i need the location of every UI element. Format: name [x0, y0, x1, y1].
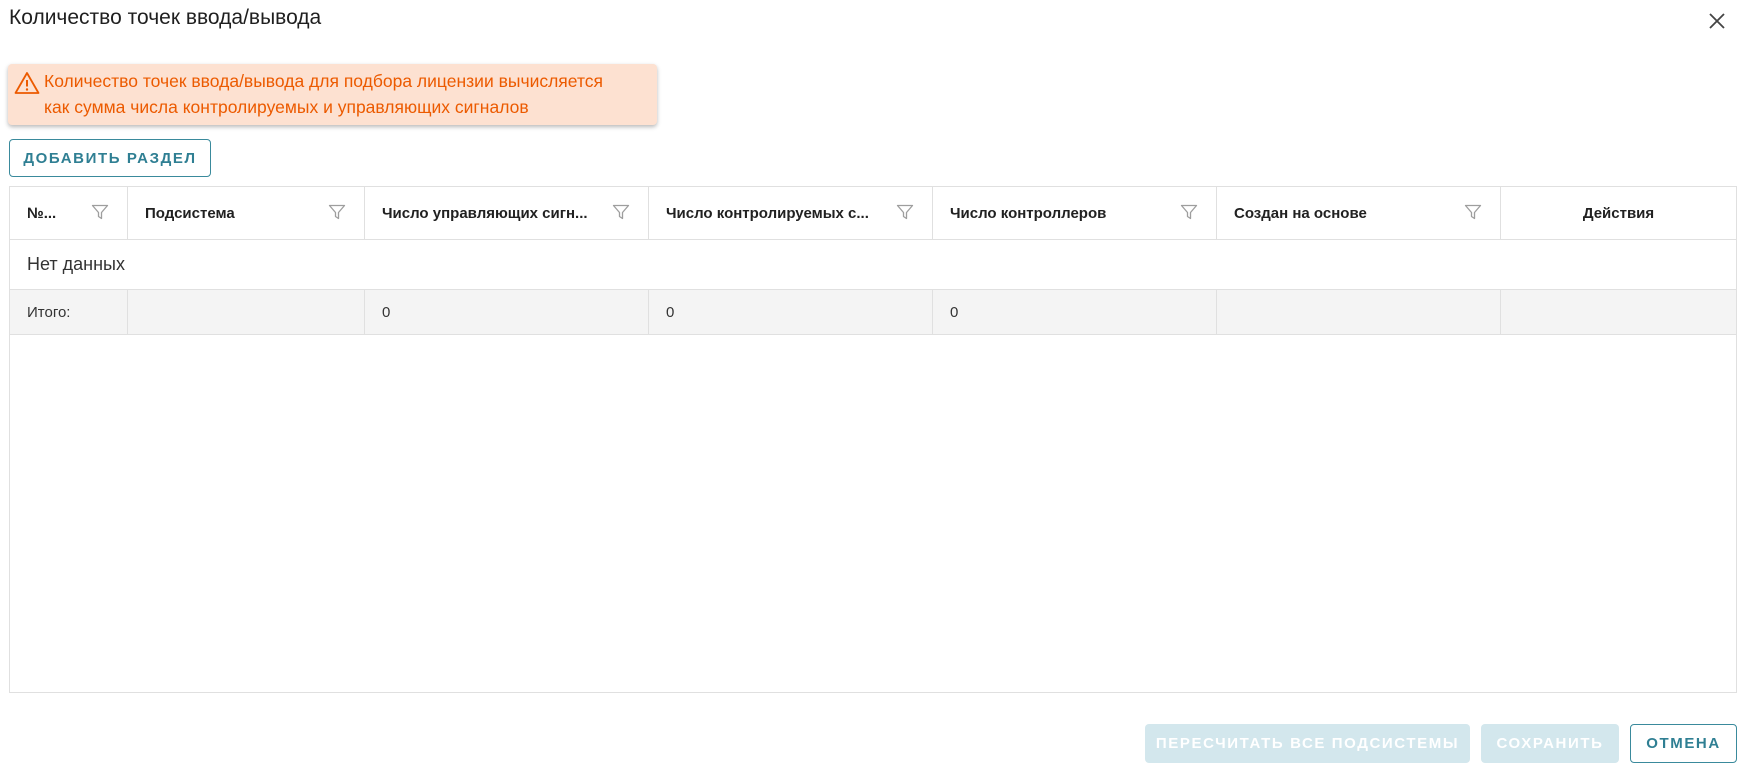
totals-label: Итого:: [10, 290, 128, 334]
filter-icon[interactable]: [328, 203, 346, 221]
close-icon[interactable]: [1706, 10, 1728, 32]
filter-icon[interactable]: [612, 203, 630, 221]
save-button[interactable]: СОХРАНИТЬ: [1481, 724, 1619, 763]
dialog-title: Количество точек ввода/вывода: [9, 6, 322, 29]
totals-cell: 0: [649, 290, 933, 334]
column-label: Создан на основе: [1234, 204, 1367, 222]
column-label: Действия: [1582, 204, 1655, 222]
alert-text-line1: Количество точек ввода/вывода для подбор…: [44, 71, 603, 91]
column-header-monitored-signals[interactable]: Число контролируемых с...: [649, 187, 933, 239]
column-header-number[interactable]: №...: [10, 187, 128, 239]
column-label: Число управляющих сигн...: [382, 204, 588, 222]
column-header-actions: Действия: [1501, 187, 1736, 239]
filter-icon[interactable]: [896, 203, 914, 221]
add-section-button[interactable]: ДОБАВИТЬ РАЗДЕЛ: [9, 139, 211, 177]
column-header-control-signals[interactable]: Число управляющих сигн...: [365, 187, 649, 239]
filter-icon[interactable]: [1180, 203, 1198, 221]
column-label: Число контроллеров: [950, 204, 1107, 222]
column-header-controllers[interactable]: Число контроллеров: [933, 187, 1217, 239]
grid-header: №... Подсистема Число управляющих сигн..…: [10, 187, 1736, 240]
info-alert: Количество точек ввода/вывода для подбор…: [8, 64, 657, 125]
recalculate-all-button[interactable]: ПЕРЕСЧИТАТЬ ВСЕ ПОДСИСТЕМЫ: [1145, 724, 1470, 763]
warning-icon: [14, 72, 40, 94]
totals-cell: 0: [365, 290, 649, 334]
filter-icon[interactable]: [1464, 203, 1482, 221]
empty-state-text: Нет данных: [10, 240, 1736, 290]
totals-cell: [128, 290, 365, 334]
data-grid: №... Подсистема Число управляющих сигн..…: [9, 186, 1737, 693]
io-points-dialog: Количество точек ввода/вывода Количество…: [0, 0, 1742, 768]
totals-cell: [1217, 290, 1501, 334]
column-label: №...: [27, 204, 57, 222]
column-header-based-on[interactable]: Создан на основе: [1217, 187, 1501, 239]
cancel-button[interactable]: ОТМЕНА: [1630, 724, 1737, 763]
column-label: Подсистема: [145, 204, 235, 222]
alert-text-line2: как сумма числа контролируемых и управля…: [44, 97, 529, 117]
column-label: Число контролируемых с...: [666, 204, 869, 222]
filter-icon[interactable]: [91, 203, 109, 221]
totals-cell: 0: [933, 290, 1217, 334]
column-header-subsystem[interactable]: Подсистема: [128, 187, 365, 239]
totals-row: Итого: 0 0 0: [10, 290, 1736, 335]
totals-cell: [1501, 290, 1736, 334]
